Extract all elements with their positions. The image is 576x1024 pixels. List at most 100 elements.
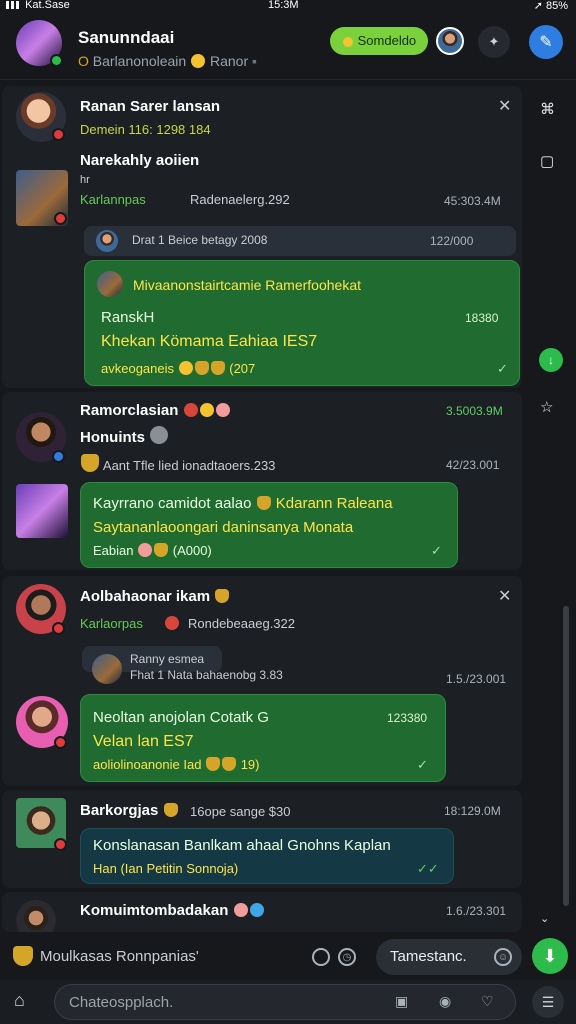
- share-icon: ✦: [488, 34, 500, 49]
- muted-icon: [150, 426, 169, 444]
- message-text: Konslanasan Banlkam ahaal Gnohns Kaplan: [93, 837, 391, 854]
- notification-badge-icon: [54, 212, 67, 225]
- menu-icon: ☰: [541, 993, 555, 1010]
- chat-name: Barkorgjas: [80, 802, 179, 819]
- close-icon[interactable]: ✕: [498, 96, 511, 116]
- composer-bar: Moulkasas Ronnpanias' ◷ Tamestanc. ☺ ⬇: [0, 934, 576, 980]
- send-button[interactable]: ⬇: [532, 938, 568, 974]
- message-bubble[interactable]: Konslanasan Banlkam ahaal Gnohns Kaplan …: [80, 828, 454, 884]
- emoji-icon: [256, 496, 271, 510]
- download-icon: ↓: [548, 353, 554, 367]
- chat-search-input[interactable]: Chateospplach. ▣ ◉ ♡: [54, 984, 516, 1020]
- message-text: Velan lan ES7: [93, 733, 194, 750]
- chat-name: Komuimtombadakan: [80, 902, 265, 919]
- bottom-nav: ⌂ Chateospplach. ▣ ◉ ♡ ☰: [0, 980, 576, 1024]
- avatar: [96, 230, 118, 252]
- chat-meta: 16ope sange $30: [190, 804, 291, 819]
- sender-name: Narekahly aoiien: [80, 152, 200, 169]
- emoji-icon: [215, 589, 230, 603]
- chevron-down-icon[interactable]: ⌄: [540, 912, 549, 925]
- template-button[interactable]: Tamestanc. ☺: [376, 939, 522, 975]
- message-time: 123380: [387, 711, 428, 725]
- read-check-icon: ✓✓: [417, 861, 439, 876]
- chat-time: 3.5003.9M: [446, 404, 503, 418]
- message-footer: aoliolinoanonie Iad 19): [93, 757, 260, 772]
- emoji-icon: [206, 757, 221, 771]
- battery-label: ➚ 85%: [533, 0, 568, 12]
- share-button[interactable]: ✦: [478, 26, 510, 58]
- read-check-icon: ✓: [431, 543, 442, 558]
- chat-card[interactable]: Barkorgjas 16ope sange $30 18:129.0M Kon…: [2, 790, 522, 888]
- emoji-icon: [194, 361, 209, 375]
- message-text: RanskH: [101, 309, 155, 326]
- message-bubble[interactable]: Mivaanonstairtcamie Ramerfoohekat RanskH…: [84, 260, 520, 386]
- compose-button[interactable]: ✎: [529, 25, 563, 59]
- chat-name: Ranan Sarer lansan: [80, 98, 221, 115]
- app-header: Sanunndaai O Barlanonoleain Ranor ▪ Somd…: [0, 14, 576, 80]
- notification-badge-icon: [52, 128, 65, 141]
- star-icon[interactable]: ☆: [540, 398, 553, 416]
- sender-tag: hr: [80, 174, 90, 186]
- chat-time: 45:303.4M: [444, 194, 501, 208]
- chat-card[interactable]: Komuimtombadakan 1.6./23.301: [2, 892, 522, 932]
- message-text: Neoltan anojolan Cotatk G: [93, 709, 269, 726]
- message-text: Khekan Kömama Eahiaa IES7: [101, 333, 318, 350]
- quote-name: Ranny esmea: [130, 652, 205, 666]
- notification-badge-icon: [54, 736, 67, 749]
- camera-icon[interactable]: ◉: [439, 993, 451, 1010]
- search-placeholder: Chateospplach.: [69, 994, 174, 1011]
- chat-card[interactable]: Ranan Sarer lansan ✕ Demein 116: 1298 18…: [2, 86, 522, 388]
- quote-text: Fhat 1 Nata bahaenobg 3.83: [130, 668, 283, 682]
- scrollbar[interactable]: [563, 606, 569, 906]
- menu-button[interactable]: ☰: [532, 986, 564, 1018]
- lock-icon: ▪: [252, 53, 257, 69]
- close-icon[interactable]: ✕: [498, 586, 511, 606]
- emoji-icon: [165, 616, 179, 630]
- chat-card[interactable]: Aolbahaonar ikam ✕ Karlaorpas Rondebeaae…: [2, 576, 522, 786]
- clock-icon[interactable]: ◷: [338, 948, 356, 966]
- emoji-icon: [249, 903, 264, 917]
- smile-emoji-icon: [191, 54, 206, 68]
- chat-meta: Karlaorpas: [80, 616, 143, 631]
- message-time: 18380: [465, 311, 499, 325]
- chat-name: Aolbahaonar ikam: [80, 588, 230, 605]
- message-text: Saytananlaoongari daninsanya Monata: [93, 519, 354, 536]
- message-bubble[interactable]: Neoltan anojolan Cotatk G 123380 Velan l…: [80, 694, 446, 782]
- chat-time-2: 42/23.001: [446, 458, 500, 472]
- send-icon: ⬇: [542, 945, 558, 966]
- chat-card[interactable]: Ramorclasian 3.5003.9M Honuints Aant Tfl…: [2, 392, 522, 570]
- emoji-icon: [210, 361, 225, 375]
- composer-text[interactable]: Moulkasas Ronnpanias': [40, 948, 199, 965]
- emoji-icon: [163, 803, 178, 817]
- emoji-icon: [183, 403, 198, 417]
- reply-quote[interactable]: Drat 1 Beice betagy 2008 122/000: [84, 226, 516, 256]
- map-icon[interactable]: ⌘: [540, 100, 555, 118]
- chat-time: 18:129.0M: [444, 804, 501, 818]
- quote-time: 1.5./23.001: [446, 672, 507, 686]
- avatar: [16, 484, 68, 538]
- record-icon[interactable]: [312, 948, 330, 966]
- download-button[interactable]: ↓: [539, 348, 563, 372]
- chat-time: 1.6./23.301: [446, 904, 507, 918]
- emoji-icon: [154, 543, 169, 557]
- message-footer: Eabian (A000): [93, 543, 212, 558]
- online-badge-icon: [50, 54, 63, 67]
- chat-icon[interactable]: ▢: [540, 152, 554, 170]
- message-text: Han (Ian Petitin Sonnoja): [93, 861, 239, 876]
- sticker-icon[interactable]: [13, 946, 33, 966]
- emoji-icon: [222, 757, 237, 771]
- quote-text: Drat 1 Beice betagy 2008: [132, 233, 268, 247]
- gallery-icon[interactable]: ▣: [395, 993, 408, 1010]
- message-text: Kayrrano camidot aalao Kdarann Raleana: [93, 495, 393, 512]
- message-footer: avkeoganeis (207: [101, 361, 256, 376]
- chat-name: Ramorclasian: [80, 402, 231, 419]
- heart-icon[interactable]: ♡: [481, 993, 494, 1010]
- template-label: Tamestanc.: [390, 948, 467, 965]
- carrier-label: Kat.Sase: [6, 0, 70, 11]
- contact-avatar[interactable]: [436, 27, 464, 55]
- status-pill-button[interactable]: Somdeldo: [330, 27, 429, 55]
- home-icon[interactable]: ⌂: [14, 990, 25, 1011]
- signal-icon: [6, 1, 22, 10]
- notification-badge-icon: [52, 622, 65, 635]
- message-bubble[interactable]: Kayrrano camidot aalao Kdarann Raleana S…: [80, 482, 458, 568]
